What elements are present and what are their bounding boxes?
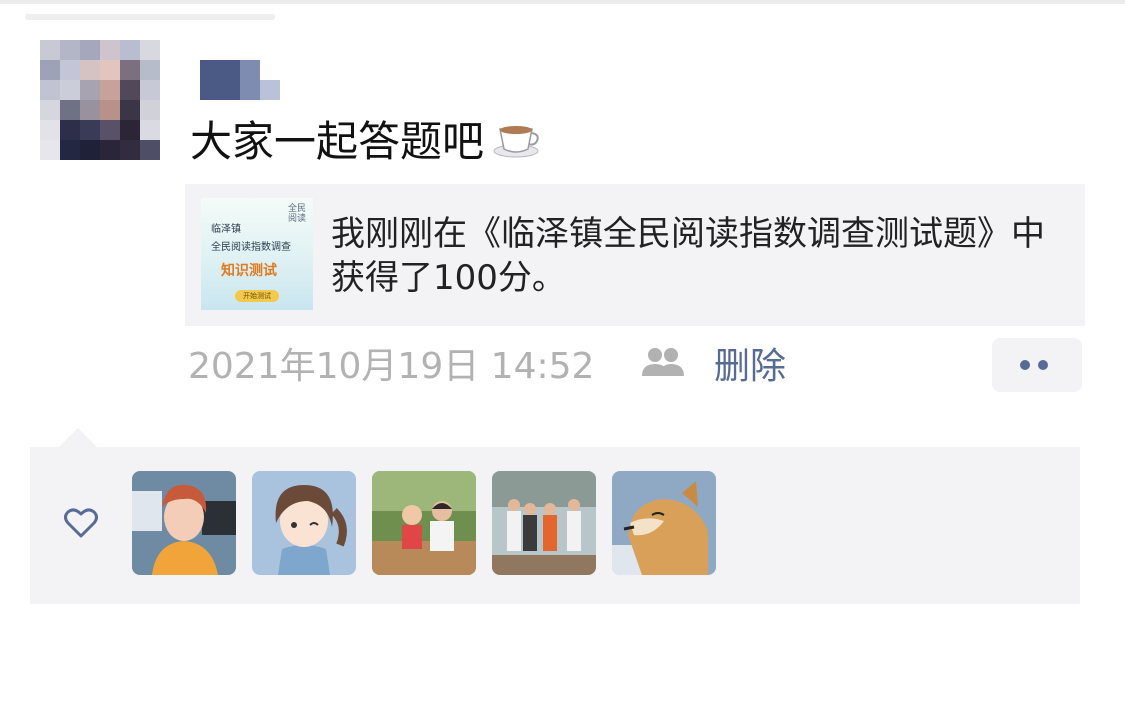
author-name[interactable]: [200, 60, 280, 100]
link-thumbnail: 全民 阅读 临泽镇 全民阅读指数调查 知识测试 开始测试: [201, 198, 313, 310]
more-options-button[interactable]: [992, 338, 1082, 392]
liker-avatar-5[interactable]: [612, 471, 716, 575]
likes-panel-caret: [58, 428, 98, 448]
thumbnail-line2: 全民阅读指数调查: [211, 242, 291, 253]
friends-icon[interactable]: [640, 346, 686, 380]
coffee-cup-icon: [492, 115, 544, 175]
liker-avatar-2[interactable]: [252, 471, 356, 575]
liker-avatar-1[interactable]: [132, 471, 236, 575]
top-divider: [0, 0, 1125, 4]
link-title: 我刚刚在《临泽镇全民阅读指数调查测试题》中获得了100分。: [331, 214, 1045, 298]
thumbnail-line1: 临泽镇: [211, 224, 241, 235]
delete-button[interactable]: 删除: [714, 344, 786, 390]
liker-avatar-4[interactable]: [492, 471, 596, 575]
author-avatar[interactable]: [40, 40, 160, 160]
shared-link-card[interactable]: 全民 阅读 临泽镇 全民阅读指数调查 知识测试 开始测试 我刚刚在《临泽镇全民阅读…: [185, 184, 1085, 326]
post-text: 大家一起答题吧: [190, 112, 544, 175]
liker-avatar-3[interactable]: [372, 471, 476, 575]
more-dot-icon: [1020, 360, 1030, 370]
previous-item-edge: [25, 14, 275, 20]
heart-icon: [64, 507, 98, 539]
thumbnail-start-button: 开始测试: [235, 290, 279, 302]
more-dot-icon: [1038, 360, 1048, 370]
logo-stamp: 全民 阅读: [287, 204, 306, 224]
post-timestamp: 2021年10月19日 14:52: [188, 346, 595, 387]
likes-panel: [30, 447, 1080, 604]
thumbnail-headline: 知识测试: [221, 263, 277, 279]
post-text-content: 大家一起答题吧: [190, 117, 485, 166]
